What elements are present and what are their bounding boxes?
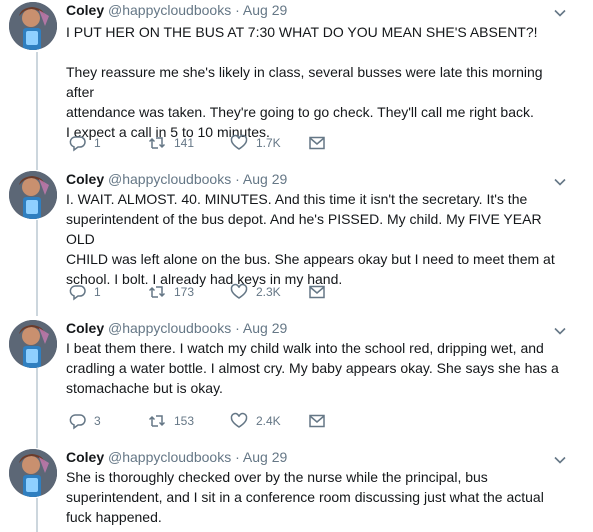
tweet-header: Coley @happycloudbooks · Aug 29 [66,320,287,338]
reply-icon [69,285,86,301]
avatar[interactable] [9,171,57,219]
display-name[interactable]: Coley [66,171,104,187]
like-button[interactable]: 2.4K [230,412,281,430]
retweet-button[interactable]: 141 [148,134,194,152]
tweet[interactable]: Coley @happycloudbooks · Aug 29 I beat t… [0,320,593,440]
tweet[interactable]: Coley @happycloudbooks · Aug 29 She is t… [0,449,593,532]
dm-button[interactable] [308,412,334,430]
tweet-date[interactable]: Aug 29 [243,2,287,18]
tweet[interactable]: Coley @happycloudbooks · Aug 29 I PUT HE… [0,2,593,162]
envelope-icon [309,285,325,299]
like-button[interactable]: 1.7K [230,134,281,152]
retweet-icon [148,415,166,427]
like-count: 2.4K [256,414,281,428]
tweet[interactable]: Coley @happycloudbooks · Aug 29 I. WAIT.… [0,171,593,311]
user-handle[interactable]: @happycloudbooks [108,171,231,187]
like-count: 2.3K [256,285,281,299]
separator: · [235,171,240,187]
display-name[interactable]: Coley [66,2,104,18]
tweet-text: I. WAIT. ALMOST. 40. MINUTES. And this t… [66,191,555,287]
reply-count: 1 [94,136,101,150]
tweet-header: Coley @happycloudbooks · Aug 29 [66,171,287,189]
retweet-icon [148,286,166,298]
dm-button[interactable] [308,283,334,301]
avatar[interactable] [9,2,57,50]
retweet-button[interactable]: 153 [148,412,194,430]
envelope-icon [309,136,325,150]
retweet-icon [148,137,166,149]
chevron-down-icon[interactable] [553,6,567,20]
tweet-text: She is thoroughly checked over by the nu… [66,469,544,525]
user-handle[interactable]: @happycloudbooks [108,2,231,18]
tweet-date[interactable]: Aug 29 [243,449,287,465]
separator: · [235,449,240,465]
avatar[interactable] [9,320,57,368]
chevron-down-icon[interactable] [553,175,567,189]
reply-icon [69,136,86,152]
retweet-count: 153 [174,414,195,428]
separator: · [235,320,240,336]
tweet-actions: 1 173 2.3K [66,283,366,301]
reply-icon [69,414,86,430]
reply-count: 1 [94,285,101,299]
display-name[interactable]: Coley [66,449,104,465]
retweet-count: 141 [174,136,195,150]
reply-count: 3 [94,414,101,428]
reply-button[interactable]: 1 [68,283,101,301]
chevron-down-icon[interactable] [553,324,567,338]
like-button[interactable]: 2.3K [230,283,281,301]
reply-button[interactable]: 3 [68,412,101,430]
tweet-header: Coley @happycloudbooks · Aug 29 [66,2,287,20]
user-handle[interactable]: @happycloudbooks [108,320,231,336]
separator: · [235,2,240,18]
retweet-count: 173 [174,285,195,299]
tweet-text: I PUT HER ON THE BUS AT 7:30 WHAT DO YOU… [66,24,543,140]
tweet-actions: 3 153 2.4K [66,412,366,430]
tweet-thread: Coley @happycloudbooks · Aug 29 I PUT HE… [0,0,593,532]
tweet-date[interactable]: Aug 29 [243,171,287,187]
reply-button[interactable]: 1 [68,134,101,152]
retweet-button[interactable]: 173 [148,283,194,301]
like-count: 1.7K [256,136,281,150]
dm-button[interactable] [308,134,334,152]
tweet-header: Coley @happycloudbooks · Aug 29 [66,449,287,467]
envelope-icon [309,414,325,428]
tweet-text: I beat them there. I watch my child walk… [66,340,559,396]
user-handle[interactable]: @happycloudbooks [108,449,231,465]
avatar[interactable] [9,449,57,497]
tweet-actions: 1 141 1.7K [66,134,366,152]
heart-icon [230,412,248,428]
tweet-date[interactable]: Aug 29 [243,320,287,336]
heart-icon [230,283,248,299]
chevron-down-icon[interactable] [553,453,567,467]
heart-icon [230,134,248,150]
display-name[interactable]: Coley [66,320,104,336]
